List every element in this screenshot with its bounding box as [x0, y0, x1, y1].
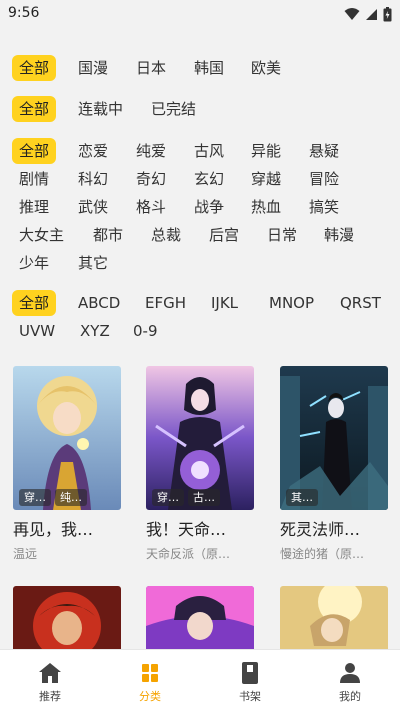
nav-recommend[interactable]: 推荐 [0, 650, 100, 711]
genre-chip[interactable]: 武侠 [71, 194, 115, 220]
grid-icon [142, 664, 158, 682]
status-filter-row: 全部 连载中 已完结 [12, 96, 392, 124]
comic-cover[interactable]: 穿… 古… [146, 366, 254, 510]
status-chip-completed[interactable]: 已完结 [144, 96, 203, 122]
user-icon [340, 663, 360, 683]
comic-cover[interactable]: 穿… 纯… [13, 366, 121, 510]
genre-tag: 纯… [55, 489, 87, 506]
letter-chip[interactable]: QRST [333, 290, 388, 316]
region-chip-japan[interactable]: 日本 [129, 55, 173, 81]
region-filter-row: 全部 国漫 日本 韩国 欧美 [12, 55, 392, 83]
genre-filter-row-1: 全部 恋爱 纯爱 古风 异能 悬疑 [12, 138, 392, 166]
status-chip-ongoing[interactable]: 连载中 [71, 96, 130, 122]
genre-tag: 穿… [152, 489, 184, 506]
letter-chip[interactable]: EFGH [138, 290, 193, 316]
genre-chip[interactable]: 玄幻 [187, 166, 231, 192]
genre-chip[interactable]: 异能 [244, 138, 288, 164]
comic-author: 温远 [13, 547, 38, 561]
genre-chip[interactable]: 格斗 [129, 194, 173, 220]
letter-chip[interactable]: UVW [12, 318, 62, 344]
region-chip-guoman[interactable]: 国漫 [71, 55, 115, 81]
letter-chip[interactable]: XYZ [73, 318, 117, 344]
genre-chip[interactable]: 恋爱 [71, 138, 115, 164]
comic-title[interactable]: 死灵法师… [280, 516, 392, 540]
genre-chip[interactable]: 大女主 [12, 222, 71, 248]
status-chip-all[interactable]: 全部 [12, 96, 57, 122]
genre-chip[interactable]: 奇幻 [129, 166, 173, 192]
genre-chip[interactable]: 少年 [12, 250, 56, 276]
genre-filter-row-2: 剧情 科幻 奇幻 玄幻 穿越 冒险 [12, 166, 392, 194]
genre-chip[interactable]: 悬疑 [302, 138, 346, 164]
tag-list: 其… [286, 489, 318, 506]
wifi-icon [344, 8, 360, 20]
letter-chip[interactable]: MNOP [262, 290, 321, 316]
letter-filter-row-1: 全部 ABCD EFGH IJKL MNOP QRST [12, 290, 392, 318]
genre-chip[interactable]: 科幻 [71, 166, 115, 192]
nav-bookshelf-label: 书架 [239, 690, 261, 703]
tag-list: 穿… 纯… [19, 489, 87, 506]
bottom-nav: 推荐 分类 书架 我的 [0, 649, 400, 711]
status-bar: 9:56 [0, 0, 400, 28]
letter-chip[interactable]: 0-9 [126, 318, 165, 344]
nav-bookshelf[interactable]: 书架 [200, 650, 300, 711]
genre-tag: 古… [188, 489, 220, 506]
genre-chip[interactable]: 古风 [187, 138, 231, 164]
nav-category-label: 分类 [139, 690, 161, 703]
status-time: 9:56 [8, 5, 40, 21]
genre-chip[interactable]: 穿越 [244, 166, 288, 192]
genre-chip[interactable]: 搞笑 [302, 194, 346, 220]
genre-chip[interactable]: 热血 [244, 194, 288, 220]
book-icon [242, 662, 258, 684]
signal-icon [366, 8, 377, 20]
region-chip-all[interactable]: 全部 [12, 55, 57, 81]
genre-chip-all[interactable]: 全部 [12, 138, 57, 164]
nav-mine-label: 我的 [339, 690, 361, 703]
status-icons [344, 6, 392, 22]
genre-filter-row-5: 少年 其它 [12, 250, 392, 278]
region-chip-korea[interactable]: 韩国 [187, 55, 231, 81]
genre-chip[interactable]: 都市 [86, 222, 130, 248]
battery-icon [383, 6, 392, 21]
genre-chip[interactable]: 总裁 [144, 222, 188, 248]
genre-chip[interactable]: 日常 [260, 222, 304, 248]
home-icon [39, 663, 61, 683]
comic-title[interactable]: 再见，我… [13, 516, 125, 540]
comic-cover[interactable]: 其… [280, 366, 388, 510]
genre-chip[interactable]: 韩漫 [317, 222, 361, 248]
genre-filter-row-4: 大女主 都市 总裁 后宫 日常 韩漫 [12, 222, 392, 250]
letter-chip[interactable]: IJKL [204, 290, 245, 316]
letter-chip-all[interactable]: 全部 [12, 290, 57, 316]
letter-filter-row-2: UVW XYZ 0-9 [12, 318, 392, 346]
tag-list: 穿… 古… [152, 489, 220, 506]
genre-tag: 其… [286, 489, 318, 506]
genre-chip[interactable]: 推理 [12, 194, 56, 220]
letter-chip[interactable]: ABCD [71, 290, 127, 316]
genre-chip[interactable]: 纯爱 [129, 138, 173, 164]
comic-title[interactable]: 我！天命… [146, 516, 258, 540]
region-chip-western[interactable]: 欧美 [244, 55, 288, 81]
comic-author: 慢途的猪（原… [280, 547, 365, 561]
genre-chip[interactable]: 其它 [71, 250, 115, 276]
nav-category[interactable]: 分类 [100, 650, 200, 711]
genre-tag: 穿… [19, 489, 51, 506]
genre-chip[interactable]: 冒险 [302, 166, 346, 192]
genre-chip[interactable]: 战争 [187, 194, 231, 220]
genre-chip[interactable]: 后宫 [202, 222, 246, 248]
genre-filter-row-3: 推理 武侠 格斗 战争 热血 搞笑 [12, 194, 392, 222]
comic-author: 天命反派（原… [146, 547, 231, 561]
genre-chip[interactable]: 剧情 [12, 166, 56, 192]
nav-recommend-label: 推荐 [39, 690, 61, 703]
nav-mine[interactable]: 我的 [300, 650, 400, 711]
